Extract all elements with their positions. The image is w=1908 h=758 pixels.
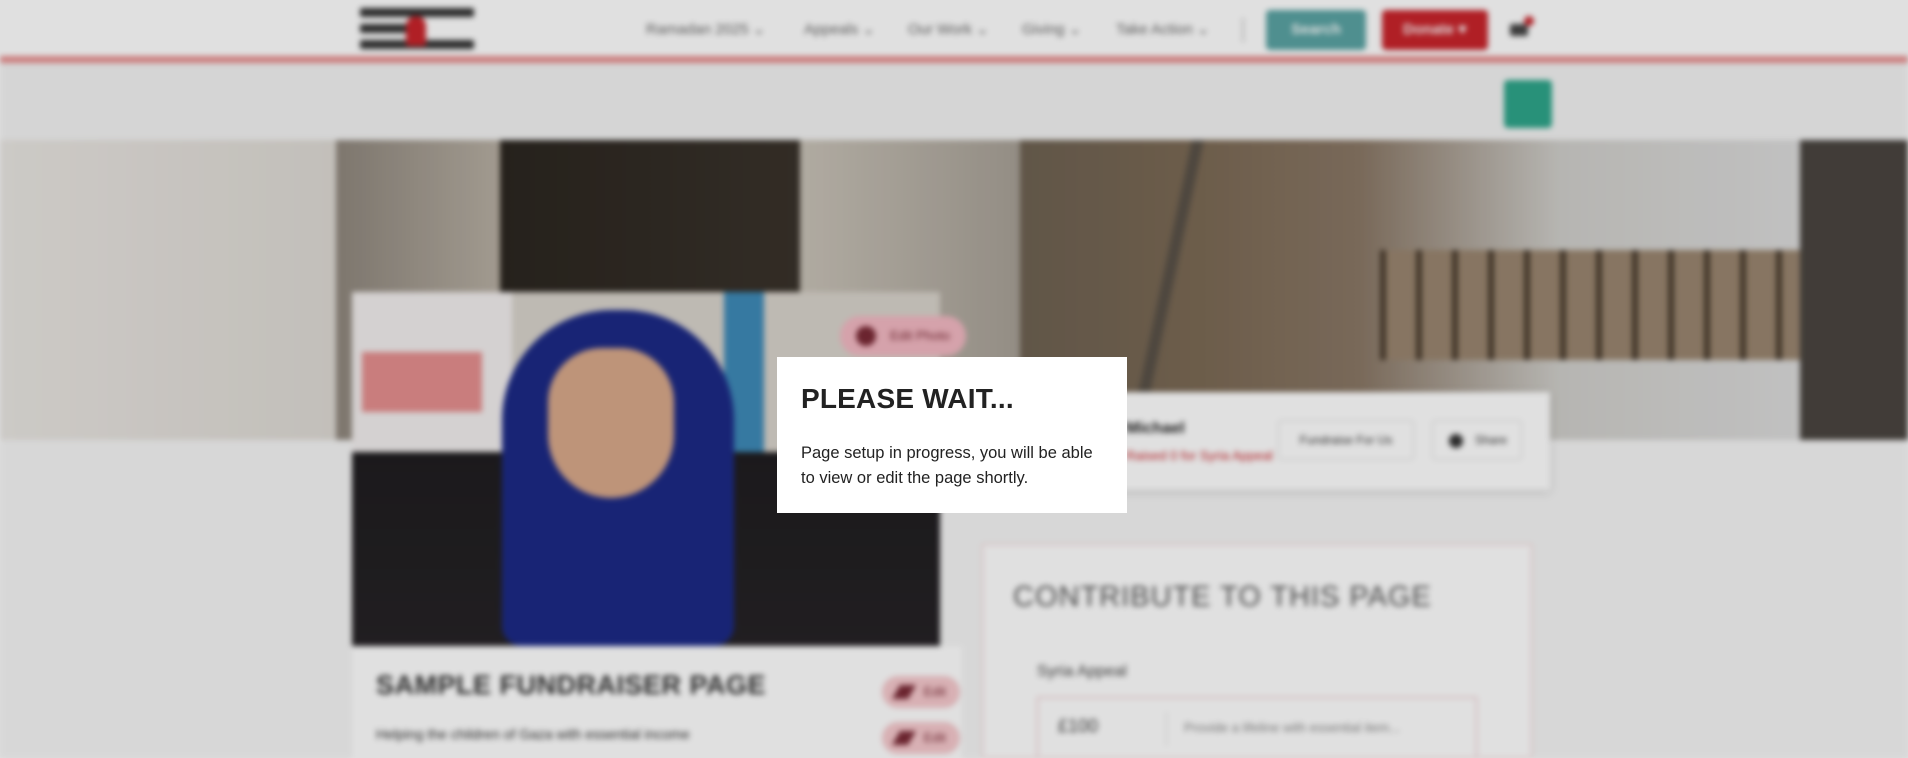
modal-message: Page setup in progress, you will be able… [801, 444, 1093, 487]
modal-title: PLEASE WAIT... [801, 383, 1014, 414]
please-wait-modal: PLEASE WAIT... Page setup in progress, y… [777, 357, 1127, 513]
